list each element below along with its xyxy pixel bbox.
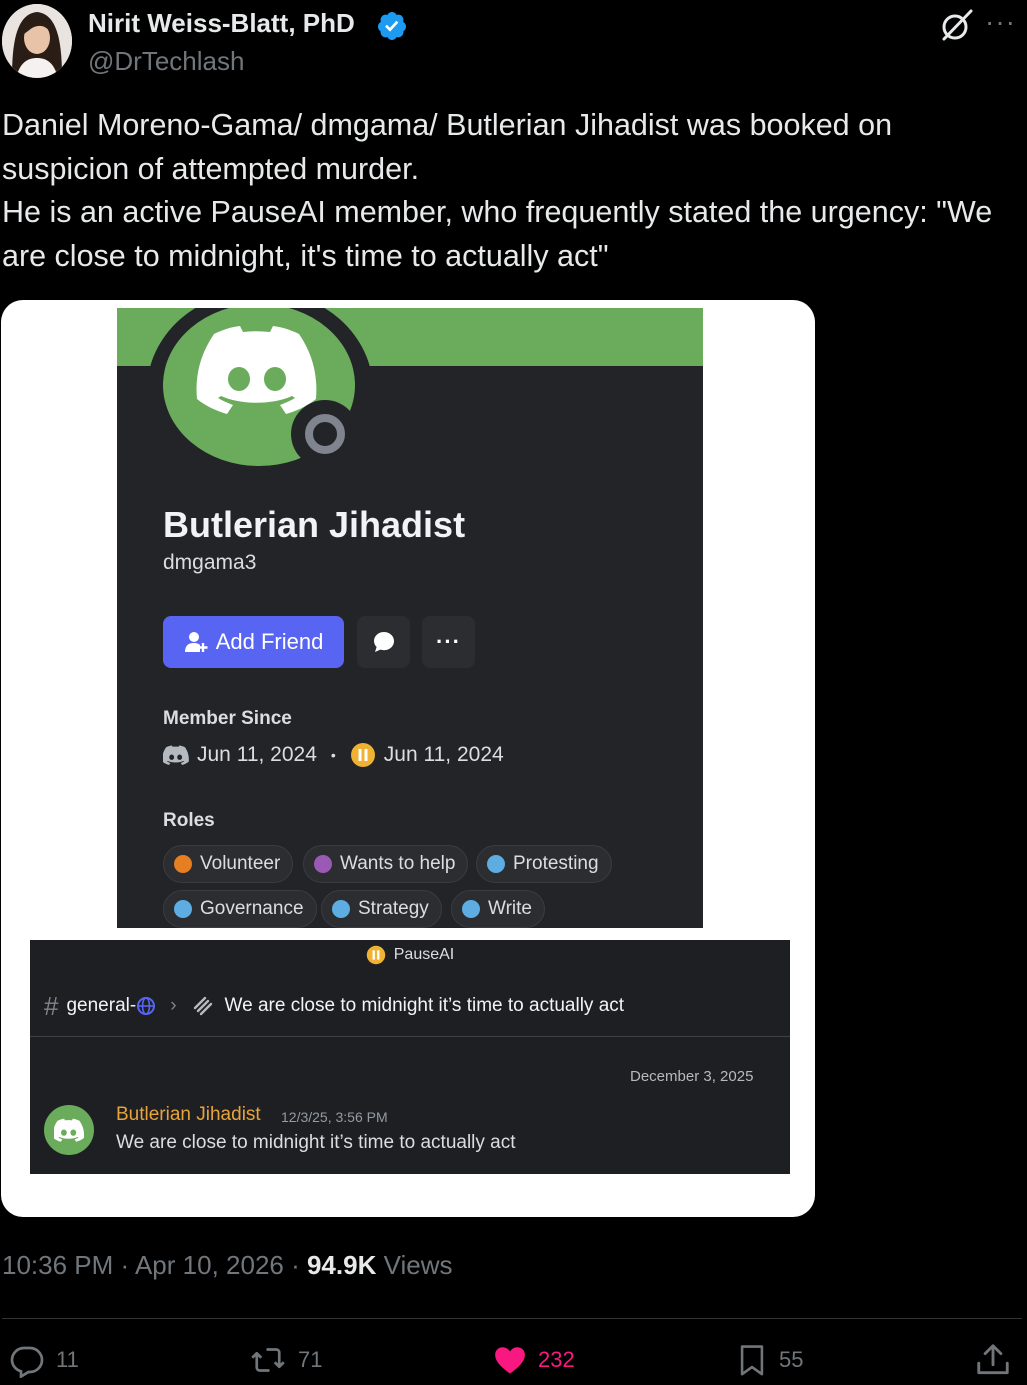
role-pill: Strategy — [321, 890, 442, 928]
divider — [2, 1318, 1022, 1319]
reply-icon — [10, 1346, 44, 1378]
tweet-line: Daniel Moreno-Gama/ dmgama/ Butlerian Ji… — [2, 108, 893, 186]
bookmark-button[interactable]: 55 — [735, 1340, 803, 1380]
divider — [30, 1036, 790, 1037]
role-pill: Governance — [163, 890, 317, 928]
reply-count: 11 — [56, 1347, 79, 1372]
role-pill: Write — [451, 890, 545, 928]
offline-status-icon — [305, 414, 345, 454]
role-color-dot — [332, 900, 350, 918]
like-count: 232 — [538, 1347, 575, 1372]
like-button[interactable]: 232 — [492, 1340, 575, 1380]
bookmark-count: 55 — [779, 1347, 804, 1372]
role-name: Wants to help — [340, 853, 456, 874]
pauseai-server-icon — [350, 743, 375, 767]
roles-label: Roles — [163, 810, 215, 831]
views-label: Views — [376, 1250, 453, 1280]
discord-thread-panel: PauseAI # general- › We are close to mid… — [30, 940, 790, 1174]
thread-icon — [193, 996, 212, 1016]
reply-button[interactable]: 11 — [8, 1340, 79, 1380]
message-button[interactable] — [357, 616, 410, 668]
views-count: 94.9K — [306, 1250, 377, 1280]
channel-name: general- — [66, 995, 137, 1016]
profile-username: dmgama3 — [163, 551, 257, 574]
role-color-dot — [462, 900, 480, 918]
add-friend-button[interactable]: Add Friend — [163, 616, 344, 668]
chat-bubble-icon — [373, 632, 394, 652]
meta-separator: · — [283, 1250, 307, 1280]
heart-icon — [495, 1347, 525, 1374]
message-avatar — [44, 1105, 94, 1155]
add-friend-label: Add Friend — [215, 629, 324, 654]
member-since-row: Jun 11, 2024 • Jun 11, 2024 — [163, 740, 504, 770]
retweet-icon — [251, 1348, 285, 1372]
tweet-media-image[interactable]: Butlerian Jihadist dmgama3 Add Friend ··… — [1, 300, 815, 1217]
verified-badge-icon — [376, 10, 408, 42]
role-name: Volunteer — [200, 853, 281, 874]
pauseai-server-icon — [366, 945, 385, 965]
role-color-dot — [174, 855, 192, 873]
profile-display-name: Butlerian Jihadist — [163, 504, 466, 545]
tweet-line: He is an active PauseAI member, who freq… — [2, 195, 993, 273]
tweet-time[interactable]: 10:36 PM — [2, 1250, 113, 1280]
channel-hash-icon: # — [44, 990, 59, 1021]
role-color-dot — [174, 900, 192, 918]
tweet-date[interactable]: Apr 10, 2026 — [135, 1250, 284, 1280]
author-handle[interactable]: @DrTechlash — [88, 46, 244, 77]
tweet-text: Daniel Moreno-Gama/ dmgama/ Butlerian Ji… — [2, 104, 1024, 278]
date-divider: December 3, 2025 — [630, 1068, 754, 1085]
author-name[interactable]: Nirit Weiss-Blatt, PhD — [88, 8, 355, 39]
role-pill: Protesting — [476, 845, 612, 883]
role-name: Protesting — [513, 853, 599, 874]
author-avatar[interactable] — [2, 4, 72, 78]
globe-icon — [137, 997, 156, 1015]
tweet-meta: 10:36 PM · Apr 10, 2026 · 94.9K Views — [2, 1250, 452, 1281]
discord-joined-date: Jun 11, 2024 — [197, 743, 317, 766]
message-author: Butlerian Jihadist — [116, 1104, 261, 1125]
add-friend-icon — [184, 632, 208, 652]
server-joined-date: Jun 11, 2024 — [383, 743, 504, 766]
discord-small-icon — [163, 745, 189, 765]
grok-icon[interactable] — [938, 6, 976, 44]
thread-title: We are close to midnight it’s time to ac… — [224, 995, 625, 1016]
role-pill: Volunteer — [163, 845, 294, 883]
server-header: PauseAI — [30, 945, 790, 965]
repost-count: 71 — [298, 1347, 323, 1372]
breadcrumb-separator: › — [170, 995, 177, 1016]
bookmark-icon — [740, 1345, 764, 1376]
role-pill: Wants to help — [303, 845, 469, 883]
member-since-label: Member Since — [163, 708, 292, 729]
role-name: Governance — [200, 898, 304, 919]
role-color-dot — [314, 855, 332, 873]
server-name: PauseAI — [393, 946, 455, 963]
more-icon[interactable]: ··· — [985, 8, 1021, 40]
channel-breadcrumb: # general- › We are close to midnight it… — [44, 990, 624, 1022]
message-timestamp: 12/3/25, 3:56 PM — [281, 1109, 388, 1125]
share-icon — [977, 1344, 1009, 1375]
discord-profile-card: Butlerian Jihadist dmgama3 Add Friend ··… — [117, 308, 703, 928]
role-name: Write — [488, 898, 532, 919]
role-color-dot — [487, 855, 505, 873]
role-name: Strategy — [358, 898, 429, 919]
repost-button[interactable]: 71 — [248, 1340, 322, 1380]
more-options-button[interactable]: ··· — [422, 616, 475, 668]
message-text: We are close to midnight it’s time to ac… — [116, 1132, 516, 1153]
discord-logo-icon — [54, 1118, 84, 1142]
share-button[interactable] — [974, 1340, 1012, 1380]
date-separator: • — [330, 747, 336, 763]
meta-separator: · — [113, 1250, 135, 1280]
